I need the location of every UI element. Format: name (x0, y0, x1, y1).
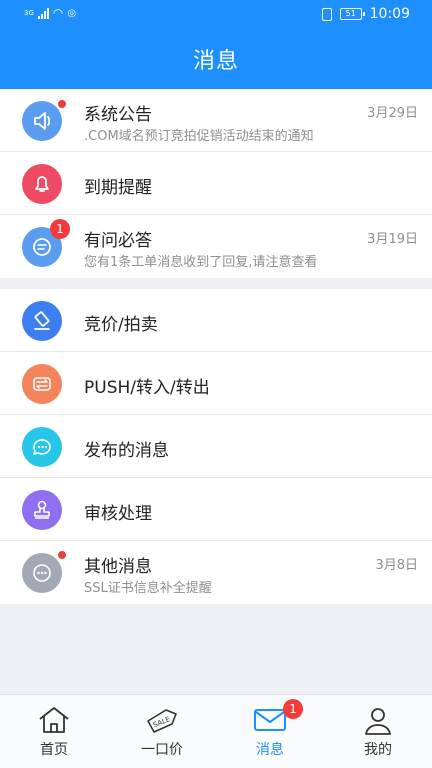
item-title: 系统公告 (84, 105, 152, 125)
gavel-icon (22, 301, 62, 341)
item-subtitle: 您有1条工单消息收到了回复,请注意查看 (84, 255, 318, 270)
battery-icon: 51 (339, 8, 365, 20)
tab-home[interactable]: 首页 (0, 695, 108, 768)
list-item-system-notice[interactable]: 系统公告 .COM域名预订竞拍促销活动结束的通知 3月29日 (0, 89, 432, 152)
notification-icon: ◎ (67, 7, 77, 19)
list-item-qa[interactable]: 1 有问必答 您有1条工单消息收到了回复,请注意查看 3月19日 (0, 215, 432, 278)
item-subtitle: .COM域名预订竞拍促销活动结束的通知 (84, 129, 314, 144)
item-title: 竞价/拍卖 (84, 315, 158, 335)
message-group-secondary: 竞价/拍卖 PUSH/转入/转出 发布的消息 审核处理 其他消息 SSL证书信息… (0, 289, 432, 604)
more-icon (22, 551, 66, 593)
list-item-expiry-reminder[interactable]: 到期提醒 (0, 152, 432, 215)
speaker-icon (22, 98, 68, 141)
home-icon (39, 707, 69, 733)
message-icon (22, 427, 62, 467)
item-title: 审核处理 (84, 504, 152, 524)
item-title: 有问必答 (84, 231, 152, 251)
item-title: 其他消息 (84, 557, 152, 577)
tab-fixed-price[interactable]: SALE 一口价 (108, 695, 216, 768)
app-header: 3G ◠ ◎ 51 10:09 消息 (0, 0, 432, 89)
unread-count-badge: 1 (50, 219, 70, 239)
unread-dot (56, 98, 68, 110)
list-item-published-messages[interactable]: 发布的消息 (0, 415, 432, 478)
wifi-icon: ◠ (52, 6, 64, 20)
list-item-auction[interactable]: 竞价/拍卖 (0, 289, 432, 352)
tab-label: 首页 (40, 742, 68, 758)
unread-count-badge: 1 (282, 699, 303, 719)
item-title: PUSH/转入/转出 (84, 378, 210, 398)
transfer-icon (22, 364, 62, 404)
item-date: 3月29日 (367, 106, 418, 121)
network-label: 3G (24, 9, 34, 17)
person-icon (365, 708, 391, 735)
bottom-tab-bar: 首页 SALE 一口价 1 消息 我的 (0, 694, 432, 768)
item-subtitle: SSL证书信息补全提醒 (84, 581, 212, 596)
bell-icon (22, 164, 62, 204)
sale-tag-icon: SALE (147, 709, 177, 733)
tab-messages[interactable]: 1 消息 (216, 695, 324, 768)
chat-icon: 1 (22, 219, 70, 267)
item-date: 3月19日 (367, 232, 418, 247)
mail-icon (254, 709, 286, 731)
stamp-icon (22, 490, 62, 530)
vibrate-icon (321, 7, 332, 21)
list-item-other-messages[interactable]: 其他消息 SSL证书信息补全提醒 3月8日 (0, 541, 432, 604)
tab-profile[interactable]: 我的 (324, 695, 432, 768)
page-title: 消息 (192, 49, 239, 74)
item-title: 到期提醒 (84, 178, 152, 198)
signal-icon (37, 7, 49, 19)
tab-label: 我的 (364, 742, 392, 758)
list-item-push-transfer[interactable]: PUSH/转入/转出 (0, 352, 432, 415)
item-date: 3月8日 (375, 558, 418, 573)
item-title: 发布的消息 (84, 441, 169, 461)
status-bar: 3G ◠ ◎ 51 10:09 (0, 0, 432, 32)
tab-label: 一口价 (141, 742, 183, 758)
tab-label: 消息 (256, 742, 284, 758)
message-group-primary: 系统公告 .COM域名预订竞拍促销活动结束的通知 3月29日 到期提醒 1 有问… (0, 89, 432, 278)
unread-dot (58, 551, 66, 559)
list-item-review[interactable]: 审核处理 (0, 478, 432, 541)
clock: 10:09 (369, 6, 410, 22)
